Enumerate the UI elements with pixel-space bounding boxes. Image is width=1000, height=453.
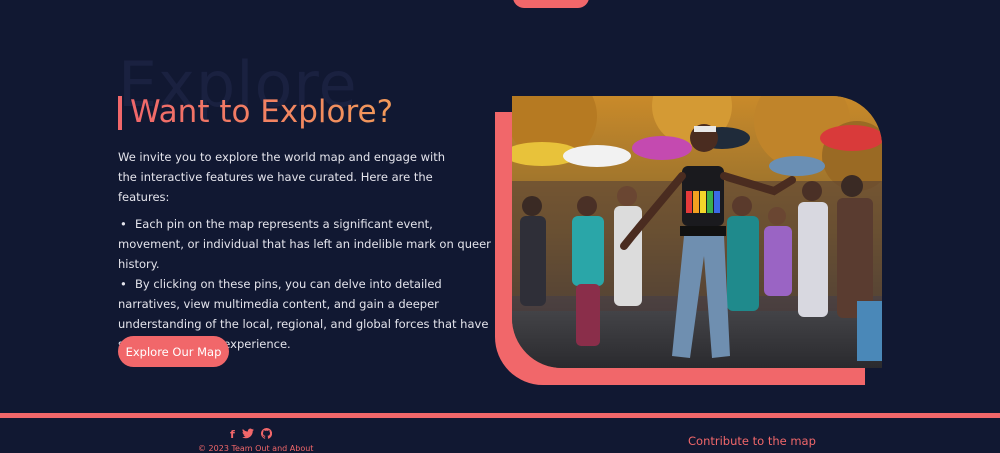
contribute-link[interactable]: Contribute to the map [688,434,816,448]
feature-text: Each pin on the map represents a signifi… [118,217,491,271]
pride-parade-photo [512,96,882,368]
bullet-marker: • [120,277,127,291]
top-nav-tab[interactable] [513,0,589,8]
github-icon[interactable] [260,427,272,442]
explore-map-button[interactable]: Explore Our Map [118,336,229,367]
feature-list: • Each pin on the map represents a signif… [118,214,493,354]
bullet-marker: • [120,217,127,231]
feature-item: • Each pin on the map represents a signif… [118,214,493,274]
intro-paragraph: We invite you to explore the world map a… [118,150,446,204]
social-links: f [230,427,272,442]
facebook-icon[interactable]: f [230,428,235,442]
section-heading: Want to Explore? [130,94,394,130]
heading-accent-bar [118,96,122,130]
footer-divider [0,413,1000,418]
twitter-icon[interactable] [241,428,254,442]
